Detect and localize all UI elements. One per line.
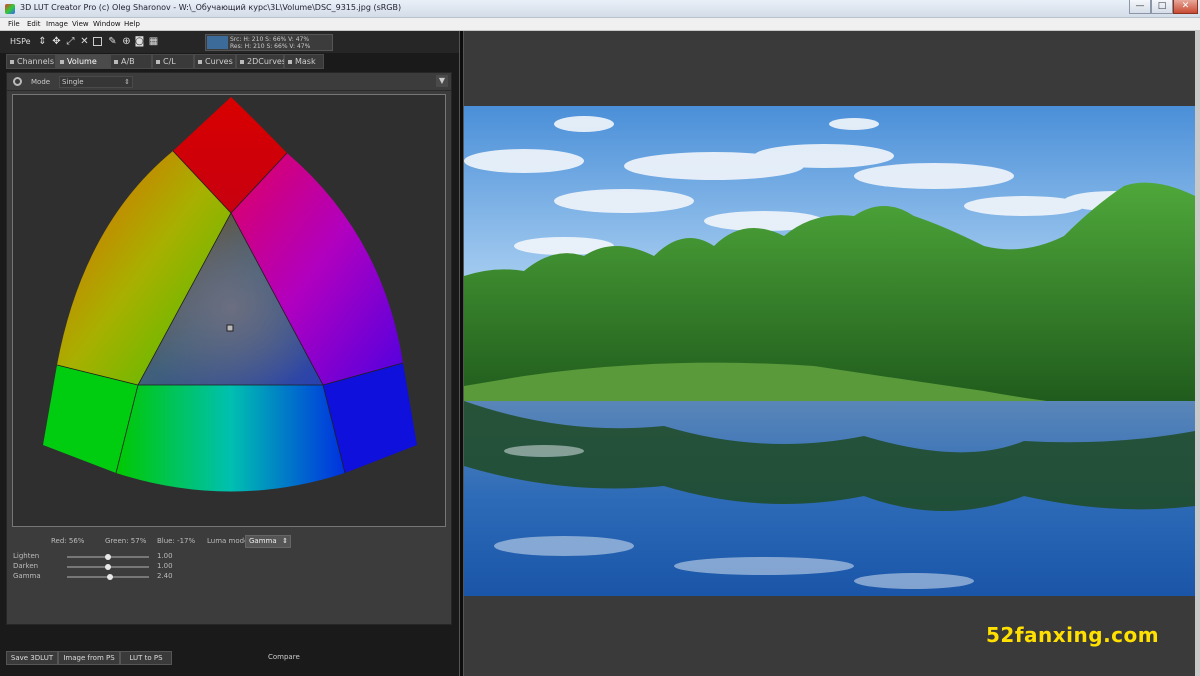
zoom-icon[interactable]: ⊕: [121, 36, 132, 47]
tab-dot-icon: [288, 60, 292, 64]
menu-view[interactable]: View: [72, 20, 89, 28]
tab-2dcurves[interactable]: 2DCurves: [236, 54, 287, 69]
tab-dot-icon: [114, 60, 118, 64]
compare-button[interactable]: Compare: [268, 653, 300, 661]
menu-file[interactable]: File: [8, 20, 20, 28]
maximize-button[interactable]: □: [1151, 0, 1173, 14]
tab-volume[interactable]: Volume: [56, 54, 110, 69]
gamma-label: Gamma: [13, 572, 41, 580]
tab-dot-icon: [156, 60, 160, 64]
color-space-select[interactable]: HSPe: [10, 37, 31, 46]
preview-panel: 52fanxing.com: [464, 31, 1195, 676]
stats-row: Red: 56% Green: 57% Blue: -17% Luma mode…: [7, 535, 451, 549]
menu-image[interactable]: Image: [46, 20, 68, 28]
darken-track[interactable]: [67, 564, 149, 570]
mode-row: Mode Single ⇕ ▼: [7, 73, 451, 91]
preview-image[interactable]: [464, 106, 1195, 596]
gamma-thumb[interactable]: [107, 574, 114, 580]
darken-value: 1.00: [157, 562, 173, 570]
lut-to-ps-button[interactable]: LUT to PS: [120, 651, 172, 665]
gamma-track[interactable]: [67, 574, 149, 580]
close-button[interactable]: ✕: [1173, 0, 1198, 14]
tab-label: Mask: [295, 57, 316, 66]
menu-edit[interactable]: Edit: [27, 20, 41, 28]
window-edge: [1195, 31, 1200, 676]
bottom-bar: Save 3DLUT Image from PS LUT to PS Compa…: [6, 651, 454, 666]
watermark-text: 52fanxing.com: [986, 623, 1160, 647]
tab-cl[interactable]: C/L: [152, 54, 194, 69]
move-icon[interactable]: ✥: [51, 36, 62, 47]
tab-ab[interactable]: A/B: [110, 54, 152, 69]
title-bar: 3D LUT Creator Pro (c) Oleg Sharonov - W…: [0, 0, 1200, 18]
lighten-slider-row: Lighten 1.00: [7, 552, 451, 562]
camera-icon[interactable]: ◙: [134, 36, 145, 47]
updown-arrows-icon[interactable]: ⇕: [37, 36, 48, 47]
color-swatch: [207, 36, 228, 49]
tab-label: Volume: [67, 57, 97, 66]
lighten-thumb[interactable]: [105, 554, 111, 560]
mode-select[interactable]: Single ⇕: [59, 76, 133, 88]
gamma-slider-row: Gamma 2.40: [7, 572, 451, 582]
darken-thumb[interactable]: [105, 564, 111, 570]
menu-window[interactable]: Window: [93, 20, 121, 28]
select-rect-icon[interactable]: [93, 37, 102, 46]
collapse-triangle-icon[interactable]: ▼: [436, 75, 448, 87]
left-panel: HSPe ⇕ ✥ ⤢ ✕ ✎ ⊕ ◙ ▦ Src: H: 210 S: 66% …: [0, 31, 459, 676]
color-volume-graphic[interactable]: [13, 95, 445, 526]
lighten-track[interactable]: [67, 554, 149, 560]
landscape-photo: [464, 106, 1195, 596]
tab-label: A/B: [121, 57, 135, 66]
menu-help[interactable]: Help: [124, 20, 140, 28]
collapse-arrows-icon[interactable]: ✕: [79, 36, 90, 47]
menu-bar: File Edit Image View Window Help: [0, 18, 1200, 31]
tab-dot-icon: [10, 60, 14, 64]
tab-dot-icon: [198, 60, 202, 64]
updown-arrows-icon: ⇕: [282, 537, 288, 545]
tab-curves[interactable]: Curves: [194, 54, 236, 69]
image-from-ps-button[interactable]: Image from PS: [58, 651, 120, 665]
darken-label: Darken: [13, 562, 39, 570]
tab-dot-icon: [240, 60, 244, 64]
app-window: 3D LUT Creator Pro (c) Oleg Sharonov - W…: [0, 0, 1200, 676]
tab-label: C/L: [163, 57, 176, 66]
lighten-value: 1.00: [157, 552, 173, 560]
tab-strip: Channels Volume A/B C/L Curves 2DCurves …: [6, 54, 454, 69]
darken-slider-row: Darken 1.00: [7, 562, 451, 572]
luma-mode-label: Luma mode: [207, 537, 249, 545]
tab-mask[interactable]: Mask: [284, 54, 324, 69]
luma-mode-value: Gamma: [249, 537, 277, 545]
control-point[interactable]: [226, 324, 234, 332]
mode-label: Mode: [31, 78, 51, 86]
minimize-button[interactable]: —: [1129, 0, 1151, 14]
eyedropper-icon[interactable]: ✎: [107, 36, 118, 47]
res-readout: Res: H: 210 S: 66% V: 47%: [230, 43, 311, 50]
cyan-region: [116, 385, 345, 492]
color-readout: Src: H: 210 S: 66% V: 47% Res: H: 210 S:…: [205, 34, 333, 51]
mode-radio[interactable]: [13, 77, 22, 86]
tab-label: Channels: [17, 57, 55, 66]
expand-icon[interactable]: ⤢: [65, 36, 76, 47]
src-readout: Src: H: 210 S: 66% V: 47%: [230, 36, 310, 43]
luma-mode-select[interactable]: Gamma ⇕: [245, 535, 291, 548]
grid-icon[interactable]: ▦: [148, 36, 159, 47]
tab-dot-icon: [60, 60, 64, 64]
blue-stat: Blue: -17%: [157, 537, 196, 545]
tab-label: 2DCurves: [247, 57, 287, 66]
volume-canvas[interactable]: [12, 94, 446, 527]
gamma-value: 2.40: [157, 572, 173, 580]
app-icon: [5, 4, 15, 14]
toolbar: HSPe ⇕ ✥ ⤢ ✕ ✎ ⊕ ◙ ▦ Src: H: 210 S: 66% …: [0, 31, 459, 53]
tab-channels[interactable]: Channels: [6, 54, 56, 69]
save-3dlut-button[interactable]: Save 3DLUT: [6, 651, 58, 665]
red-stat: Red: 56%: [51, 537, 85, 545]
green-stat: Green: 57%: [105, 537, 147, 545]
window-title: 3D LUT Creator Pro (c) Oleg Sharonov - W…: [20, 3, 402, 12]
volume-panel: Mode Single ⇕ ▼ Red: 56% Green: 57% Blue…: [6, 72, 452, 625]
lighten-label: Lighten: [13, 552, 40, 560]
updown-arrows-icon: ⇕: [124, 78, 130, 86]
mode-select-value: Single: [62, 78, 84, 86]
tab-label: Curves: [205, 57, 233, 66]
